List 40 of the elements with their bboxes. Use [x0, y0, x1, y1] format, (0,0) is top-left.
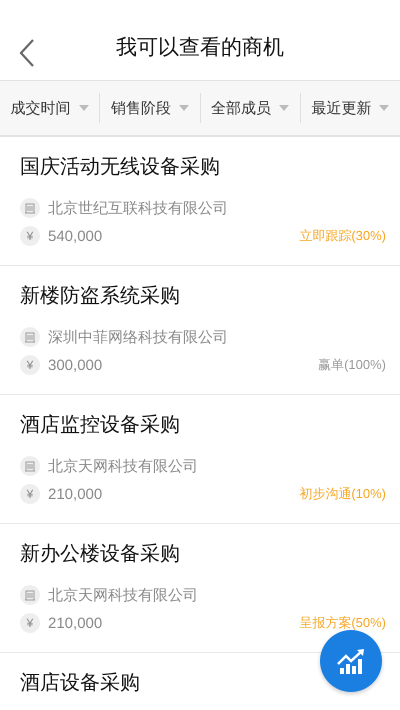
back-icon[interactable]: [18, 38, 36, 68]
currency-icon: ¥: [20, 484, 40, 504]
caret-icon: [78, 105, 89, 111]
building-icon: [20, 198, 40, 218]
currency-icon: ¥: [20, 226, 40, 246]
opportunity-title: 新楼防盗系统采购: [20, 284, 181, 309]
filter-dropdown[interactable]: 全部成员: [200, 93, 300, 123]
company-name: 北京天网科技有限公司: [48, 456, 198, 476]
caret-icon: [279, 105, 290, 111]
filter-dropdown[interactable]: 成交时间: [0, 93, 100, 123]
stage-label: 初步沟通(10%): [299, 485, 386, 503]
opportunity-title: 新办公楼设备采购: [20, 542, 181, 567]
deal-amount: 300,000: [48, 356, 102, 374]
opportunity-title: 国庆活动无线设备采购: [20, 155, 221, 180]
opportunity-item[interactable]: 酒店监控设备采购 北京天网科技有限公司 ¥ 210,000 初步沟通(10%): [0, 395, 400, 524]
page-title: 我可以查看的商机: [116, 35, 284, 61]
stage-label: 立即跟踪(30%): [299, 227, 386, 245]
company-name: 北京天网科技有限公司: [48, 586, 198, 604]
deal-amount: 210,000: [48, 614, 102, 632]
opportunity-item[interactable]: 国庆活动无线设备采购 北京世纪互联科技有限公司 ¥ 540,000 立即跟踪(30%): [0, 137, 400, 266]
building-icon: [20, 327, 40, 347]
stage-label: 呈报方案(50%): [299, 614, 386, 632]
filter-dropdown[interactable]: 销售阶段: [99, 93, 200, 123]
deal-amount: 210,000: [48, 486, 102, 502]
chart-trend-icon: [336, 648, 366, 674]
chart-fab[interactable]: [320, 630, 382, 692]
building-icon: [20, 585, 40, 605]
opportunity-title: 酒店监控设备采购: [20, 413, 181, 438]
caret-icon: [178, 105, 189, 111]
opportunity-title: 酒店设备采购: [20, 671, 141, 696]
company-name: 北京世纪互联科技有限公司: [48, 198, 228, 218]
opportunity-item[interactable]: 新楼防盗系统采购 深圳中菲网络科技有限公司 ¥ 300,000 赢单(100%): [0, 266, 400, 395]
building-icon: [20, 456, 40, 476]
currency-icon: ¥: [20, 355, 40, 375]
filter-dropdown[interactable]: 最近更新: [300, 93, 400, 123]
deal-amount: 540,000: [48, 228, 102, 244]
currency-icon: ¥: [20, 613, 40, 633]
stage-label: 赢单(100%): [318, 356, 386, 374]
caret-icon: [379, 105, 390, 111]
company-name: 深圳中菲网络科技有限公司: [48, 328, 228, 346]
